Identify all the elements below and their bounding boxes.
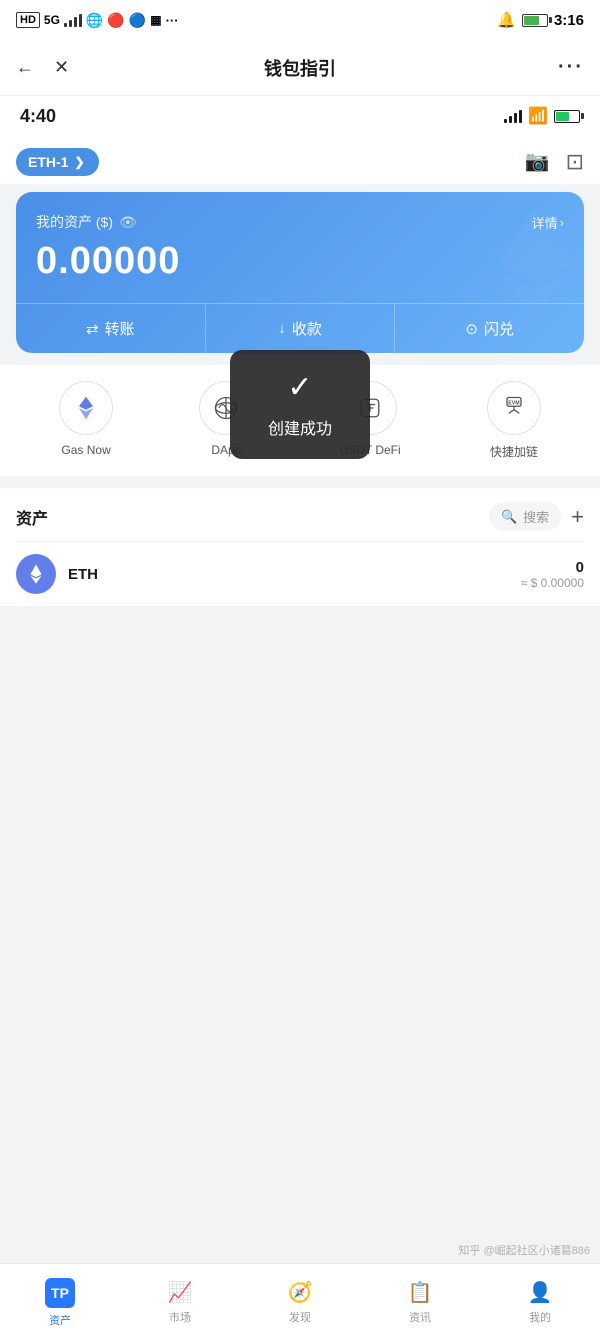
system-status-bar: HD 5G 🌐 🔴 🔵 ▦ ··· 🔔 3:16 (0, 0, 600, 40)
inner-wifi-icon: 📶 (528, 106, 548, 126)
gas-now-label: Gas Now (61, 443, 110, 457)
eye-icon: 👁 (119, 214, 137, 231)
chain-name: ETH-1 (28, 154, 68, 170)
bottom-nav-news[interactable]: 📋 资讯 (360, 1272, 480, 1325)
tp-icon: TP (45, 1278, 75, 1308)
eth-asset-row[interactable]: ETH 0 ≈ $ 0.00000 (16, 541, 584, 606)
eth-logo (16, 554, 56, 594)
assets-title: 资产 (16, 505, 48, 529)
status-bar-left: HD 5G 🌐 🔴 🔵 ▦ ··· (16, 12, 179, 29)
assets-section: 资产 🔍 搜索 + ETH 0 ≈ $ 0.00 (0, 488, 600, 606)
camera-button[interactable]: 📷 (525, 149, 550, 175)
watermark: 知乎 @崛起社区小诸葛886 (458, 1242, 590, 1258)
evm-chain-icon: EVM (487, 381, 541, 435)
app-icon-1: 🔴 (107, 12, 124, 29)
bottom-nav-assets-label: 资产 (49, 1312, 71, 1328)
success-check-icon: ✓ (287, 370, 312, 405)
bottom-nav-assets[interactable]: TP 资产 (0, 1270, 120, 1328)
receive-button[interactable]: ↓ 收款 (206, 304, 396, 353)
eth-watermark (474, 202, 584, 348)
eth-name: ETH (68, 566, 521, 583)
nav-title-container: 钱包指引 (0, 55, 600, 81)
scan-button[interactable]: ⊡ (566, 149, 584, 175)
bottom-nav-me-label: 我的 (529, 1309, 551, 1325)
battery-icon (522, 14, 548, 27)
page-title: 钱包指引 (0, 55, 600, 81)
evm-chain-button[interactable]: EVM 快捷加链 (487, 381, 541, 460)
eth-usd-value: ≈ $ 0.00000 (521, 576, 584, 590)
nav-left: ← ✕ (16, 57, 69, 78)
bottom-nav-me[interactable]: 👤 我的 (480, 1272, 600, 1325)
discover-icon: 🧭 (288, 1280, 313, 1305)
nav-bar: ← ✕ 钱包指引 ··· (0, 40, 600, 96)
app-container: ← ✕ 钱包指引 ··· 4:40 📶 ETH-1 ❯ (0, 40, 600, 1333)
system-time: 3:16 (554, 12, 584, 29)
signal-icon (64, 14, 82, 27)
evm-chain-label: 快捷加链 (490, 443, 538, 460)
svg-text:EVM: EVM (508, 401, 520, 407)
bottom-nav-market[interactable]: 📈 市场 (120, 1272, 240, 1325)
inner-time: 4:40 (20, 106, 56, 127)
app-icon-2: 🔵 (129, 12, 146, 29)
chain-selector[interactable]: ETH-1 ❯ (16, 148, 99, 176)
inner-signal-icon (504, 110, 522, 123)
gas-now-button[interactable]: Gas Now (59, 381, 113, 460)
hd-badge: HD (16, 12, 40, 28)
chain-icons-right: 📷 ⊡ (525, 149, 584, 175)
add-token-button[interactable]: + (571, 504, 584, 530)
search-icon: 🔍 (501, 509, 517, 525)
more-dots: ··· (166, 13, 179, 28)
me-icon: 👤 (528, 1280, 553, 1305)
search-placeholder-text: 搜索 (523, 507, 549, 526)
network-5g: 5G (44, 13, 60, 27)
eth-asset-values: 0 ≈ $ 0.00000 (521, 559, 584, 590)
eth-balance: 0 (521, 559, 584, 576)
search-box[interactable]: 🔍 搜索 (489, 502, 561, 531)
back-button[interactable]: ← (16, 57, 34, 78)
transfer-icon: ⇄ (86, 320, 99, 338)
bottom-nav-news-label: 资讯 (409, 1309, 431, 1325)
success-message: 创建成功 (268, 415, 332, 439)
bottom-nav: TP 资产 📈 市场 🧭 发现 📋 资讯 👤 我的 (0, 1263, 600, 1333)
more-button[interactable]: ··· (558, 56, 584, 79)
news-icon: 📋 (408, 1280, 433, 1305)
close-button[interactable]: ✕ (54, 57, 69, 78)
app-icon-3: ▦ (150, 13, 161, 27)
bottom-nav-discover-label: 发现 (289, 1309, 311, 1325)
bottom-nav-market-label: 市场 (169, 1309, 191, 1325)
assets-search-area: 🔍 搜索 + (489, 502, 584, 531)
gas-now-icon (59, 381, 113, 435)
transfer-label: 转账 (105, 318, 135, 339)
eth-asset-info: ETH (68, 566, 521, 583)
assets-header: 资产 🔍 搜索 + (16, 488, 584, 541)
inner-status-icons: 📶 (504, 106, 580, 126)
market-icon: 📈 (168, 1280, 193, 1305)
weibo-icon: 🌐 (86, 12, 103, 29)
inner-time-bar: 4:40 📶 (0, 96, 600, 136)
transfer-button[interactable]: ⇄ 转账 (16, 304, 206, 353)
inner-battery-icon (554, 110, 580, 123)
bottom-nav-discover[interactable]: 🧭 发现 (240, 1272, 360, 1325)
success-toast: ✓ 创建成功 (230, 350, 370, 459)
status-bar-right: 🔔 3:16 (497, 11, 584, 29)
bell-icon: 🔔 (497, 11, 516, 29)
asset-label: 我的资产 ($) 👁 (36, 212, 137, 232)
chain-selector-row: ETH-1 ❯ 📷 ⊡ (0, 136, 600, 184)
asset-label-text: 我的资产 ($) (36, 212, 113, 232)
receive-icon: ↓ (278, 320, 286, 337)
chain-arrow-icon: ❯ (74, 155, 84, 169)
asset-card: 我的资产 ($) 👁 详情 › 0.00000 ⇄ 转账 ↓ 收款 (16, 192, 584, 353)
receive-label: 收款 (292, 318, 322, 339)
